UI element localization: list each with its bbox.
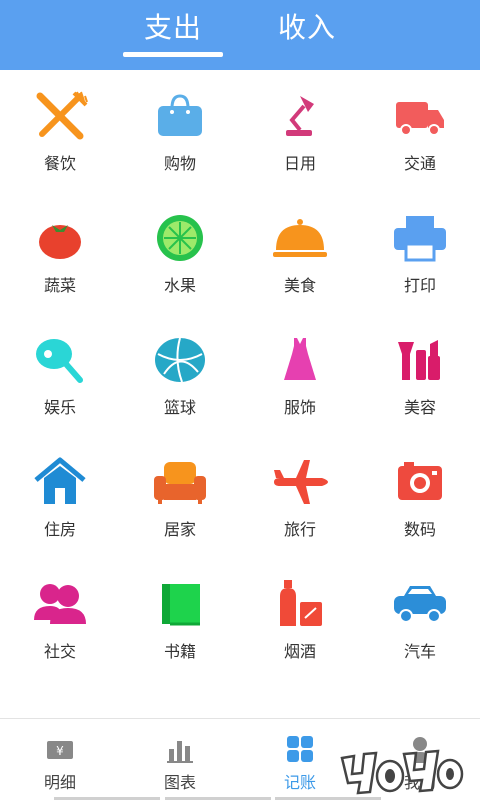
category-label: 餐饮 [43,154,76,173]
camera-icon [390,456,450,508]
category-basketball[interactable]: 篮球 [120,314,240,436]
tab-expense[interactable]: 支出 [113,8,233,48]
category-transport[interactable]: 交通 [360,70,480,192]
category-label: 购物 [163,154,196,173]
desk-lamp-icon [270,90,330,142]
category-label: 住房 [43,520,76,539]
category-label: 汽车 [403,642,436,661]
category-home[interactable]: 居家 [120,436,240,558]
category-label: 居家 [163,520,196,539]
category-digital[interactable]: 数码 [360,436,480,558]
category-label: 书籍 [163,642,196,661]
category-label: 旅行 [283,520,316,539]
category-books[interactable]: 书籍 [120,558,240,680]
category-daily-use[interactable]: 日用 [240,70,360,192]
dress-icon [270,334,330,386]
airplane-icon [270,456,330,508]
shopping-bag-icon [150,90,210,142]
svg-text:¥: ¥ [56,744,64,758]
makeup-icon [390,334,450,386]
category-car[interactable]: 汽车 [360,558,480,680]
category-label: 数码 [403,520,436,539]
tomato-icon [30,212,90,264]
category-clothing[interactable]: 服饰 [240,314,360,436]
category-fruit[interactable]: 水果 [120,192,240,314]
category-travel[interactable]: 旅行 [240,436,360,558]
category-label: 社交 [43,642,76,661]
top-bar: 支出 收入 [0,0,480,70]
category-label: 娱乐 [43,398,76,417]
house-icon [30,456,90,508]
basketball-icon [150,334,210,386]
tab-income[interactable]: 收入 [247,8,367,48]
truck-icon [390,90,450,142]
grid-icon [284,733,316,765]
category-printing[interactable]: 打印 [360,192,480,314]
category-label: 蔬菜 [43,276,76,295]
ledger-icon: ¥ [44,733,76,765]
category-entertainment[interactable]: 娱乐 [0,314,120,436]
category-label: 水果 [163,276,196,295]
category-beauty[interactable]: 美容 [360,314,480,436]
category-dining[interactable]: 餐饮 [0,70,120,192]
category-label: 美食 [283,276,316,295]
bar-chart-icon [164,733,196,765]
nav-label: 图表 [163,773,196,792]
bottles-icon [270,578,330,630]
category-social[interactable]: 社交 [0,558,120,680]
people-icon [30,578,90,630]
category-housing[interactable]: 住房 [0,436,120,558]
category-vegetables[interactable]: 蔬菜 [0,192,120,314]
category-label: 篮球 [163,398,196,417]
watermark-logo [338,740,478,798]
lime-icon [150,212,210,264]
sofa-icon [150,456,210,508]
category-food[interactable]: 美食 [240,192,360,314]
category-label: 日用 [283,154,316,173]
category-label: 服饰 [283,398,316,417]
category-label: 美容 [403,398,436,417]
active-tab-indicator [123,52,223,57]
ping-pong-icon [30,334,90,386]
book-icon [150,578,210,630]
category-tobacco-alcohol[interactable]: 烟酒 [240,558,360,680]
category-grid: 餐饮 购物 日用 交通 蔬菜 水果 美食 打印 娱乐 篮球 服饰 美容 住房 居… [0,70,480,720]
nav-charts[interactable]: 图表 [120,719,240,801]
category-label: 交通 [403,154,436,173]
printer-icon [390,212,450,264]
food-cloche-icon [270,212,330,264]
fork-knife-icon [30,90,90,142]
category-label: 打印 [403,276,436,295]
car-icon [390,578,450,630]
nav-details[interactable]: ¥ 明细 [0,719,120,801]
category-shopping[interactable]: 购物 [120,70,240,192]
category-label: 烟酒 [283,642,316,661]
nav-label: 明细 [43,773,76,792]
